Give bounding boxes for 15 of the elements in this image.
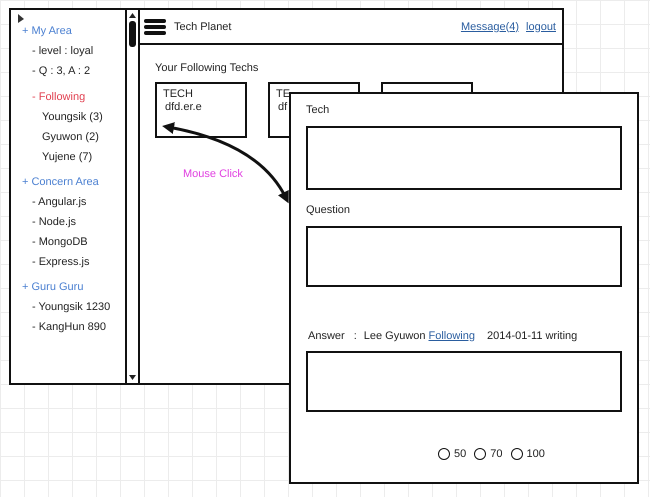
section-heading: + My Area	[21, 24, 73, 38]
field-label: Tech	[306, 104, 330, 117]
card-text: dfd.er.e	[164, 101, 202, 114]
section-heading: + Concern Area	[21, 175, 100, 189]
card-text: df	[277, 101, 288, 114]
section-title: Your Following Techs	[155, 62, 260, 74]
app-title: Tech Planet	[174, 20, 232, 32]
annotation-text: Mouse Click	[183, 168, 243, 180]
author-name: Lee Gyuwon	[364, 330, 426, 343]
separator-text: :	[354, 330, 357, 343]
card-title: TECH	[163, 88, 193, 101]
date-text: 2014-01-11 writing	[486, 330, 578, 343]
field-label: Question	[306, 204, 352, 217]
answer-label: Answer	[308, 330, 345, 343]
section-heading: + Guru Guru	[21, 280, 84, 294]
